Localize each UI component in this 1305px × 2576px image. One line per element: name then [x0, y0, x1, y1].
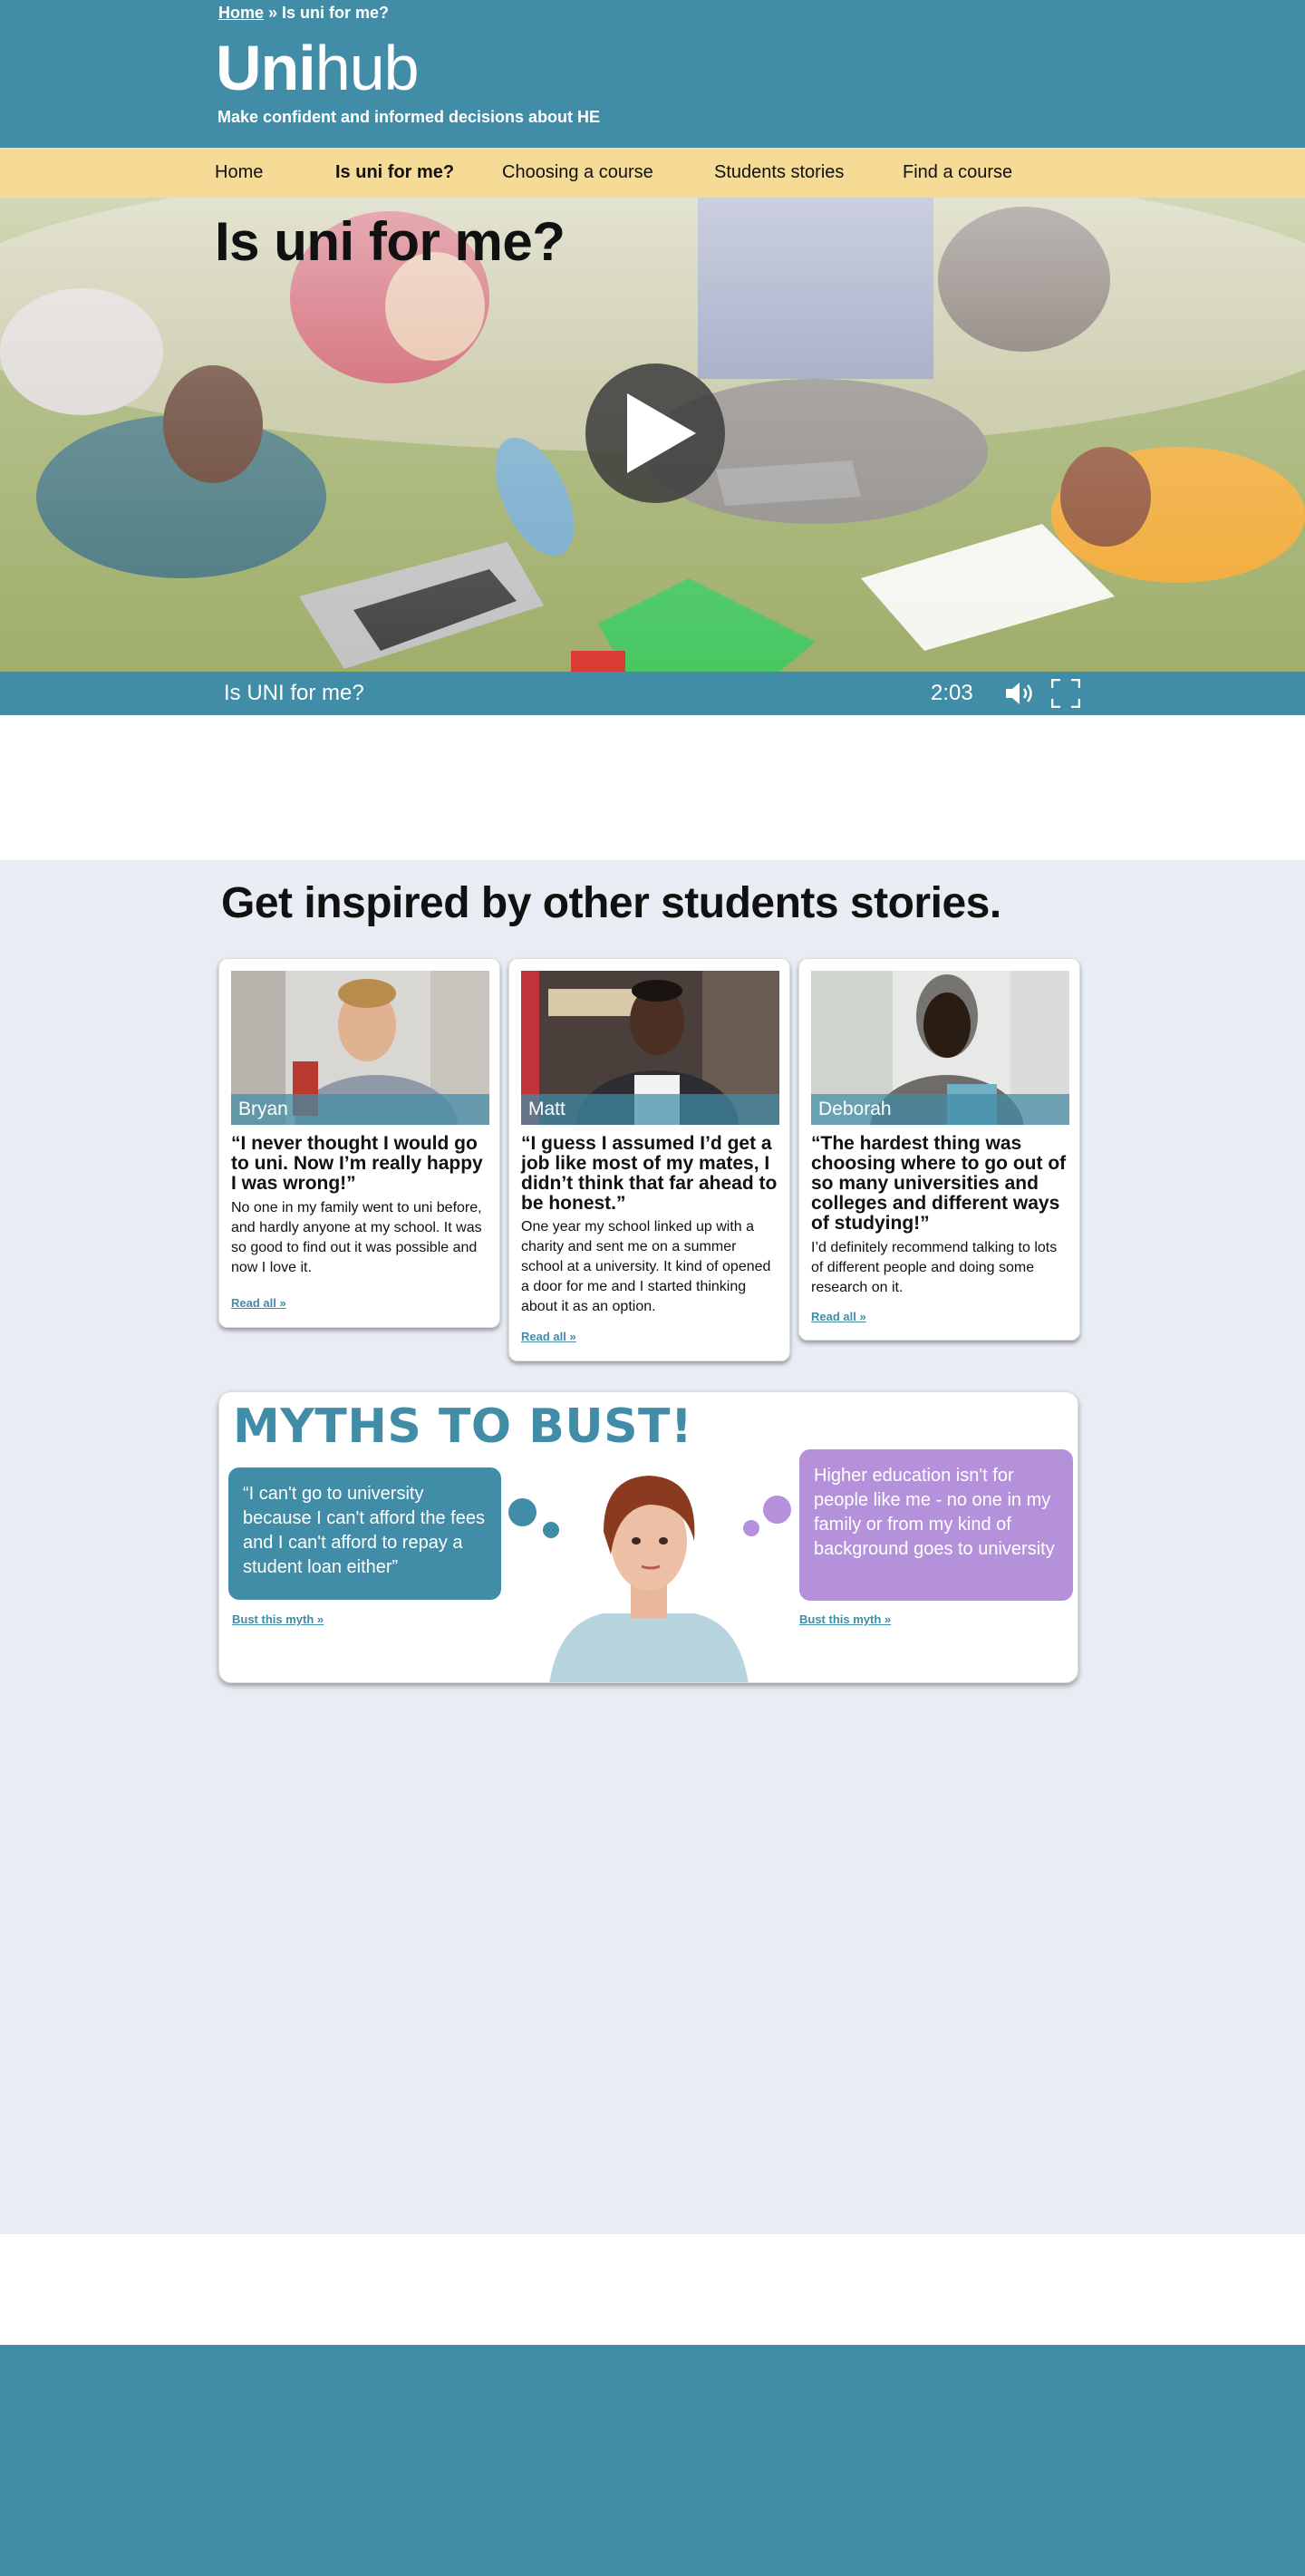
myths-panel: MYTHS TO BUST! “I can't go to university… [218, 1391, 1078, 1683]
nav-item-choosing-a-course[interactable]: Choosing a course [502, 148, 653, 198]
breadcrumb-separator: » [264, 4, 283, 22]
nav-item-is-uni-for-me[interactable]: Is uni for me? [335, 148, 454, 198]
site-footer [0, 2345, 1305, 2576]
stories-heading: Get inspired by other students stories. [221, 879, 1001, 927]
bust-myth-link-right[interactable]: Bust this myth » [799, 1612, 891, 1626]
play-button[interactable] [585, 363, 725, 503]
myth-bubble-right: Higher education isn't for people like m… [799, 1449, 1073, 1601]
story-photo: Matt [521, 971, 779, 1125]
story-card-matt[interactable]: Matt “I guess I assumed I’d get a job li… [508, 958, 790, 1361]
site-header: Home » Is uni for me? Unihub Make confid… [0, 0, 1305, 148]
nav-item-students-stories[interactable]: Students stories [714, 148, 844, 198]
story-name: Matt [521, 1094, 779, 1125]
story-card-deborah[interactable]: Deborah “The hardest thing was choosing … [798, 958, 1080, 1341]
story-photo: Bryan [231, 971, 489, 1125]
story-card-bryan[interactable]: Bryan “I never thought I would go to uni… [218, 958, 500, 1328]
story-body: One year my school linked up with a char… [521, 1219, 771, 1314]
logo-light: hub [314, 33, 420, 103]
breadcrumb-current: Is uni for me? [282, 4, 390, 22]
myth-bubble-left: “I can't go to university because I can'… [228, 1467, 501, 1600]
story-quote: “I guess I assumed I’d get a job like mo… [521, 1133, 778, 1214]
breadcrumb-home-link[interactable]: Home [218, 4, 264, 22]
student-stories-section: Get inspired by other students stories. … [0, 860, 1305, 2234]
story-quote: “I never thought I would go to uni. Now … [231, 1133, 483, 1194]
read-all-link[interactable]: Read all » [521, 1330, 576, 1343]
breadcrumb: Home » Is uni for me? [218, 4, 389, 23]
speaker-icon[interactable] [1006, 682, 1037, 705]
logo-bold: Uni [216, 33, 316, 103]
story-body: No one in my family went to uni before, … [231, 1200, 482, 1275]
play-icon [627, 393, 696, 473]
story-body: I’d definitely recommend talking to lots… [811, 1240, 1058, 1295]
video-title: Is UNI for me? [224, 681, 364, 705]
page-title: Is uni for me? [215, 211, 566, 272]
thought-dot-large-right [763, 1496, 791, 1524]
tagline: Make confident and informed decisions ab… [218, 108, 601, 126]
nav-item-find-a-course[interactable]: Find a course [903, 148, 1012, 198]
thought-dot-large [508, 1498, 536, 1526]
video-controls: Is UNI for me? 2:03 [0, 672, 1305, 715]
story-name: Deborah [811, 1094, 1069, 1125]
myths-title: MYTHS TO BUST! [233, 1399, 693, 1454]
fullscreen-icon[interactable] [1051, 679, 1080, 708]
main-nav: Home Is uni for me? Choosing a course St… [0, 148, 1305, 198]
story-name: Bryan [231, 1094, 489, 1125]
unihub-logo[interactable]: Unihub [216, 27, 420, 109]
story-quote: “The hardest thing was choosing where to… [811, 1133, 1067, 1234]
thinking-woman-image [549, 1476, 749, 1682]
read-all-link[interactable]: Read all » [231, 1296, 286, 1310]
hero-video[interactable]: Is uni for me? [0, 198, 1305, 672]
nav-item-home[interactable]: Home [215, 148, 263, 198]
bust-myth-link-left[interactable]: Bust this myth » [232, 1612, 324, 1626]
story-photo: Deborah [811, 971, 1069, 1125]
video-duration: 2:03 [931, 681, 973, 705]
read-all-link[interactable]: Read all » [811, 1310, 866, 1323]
